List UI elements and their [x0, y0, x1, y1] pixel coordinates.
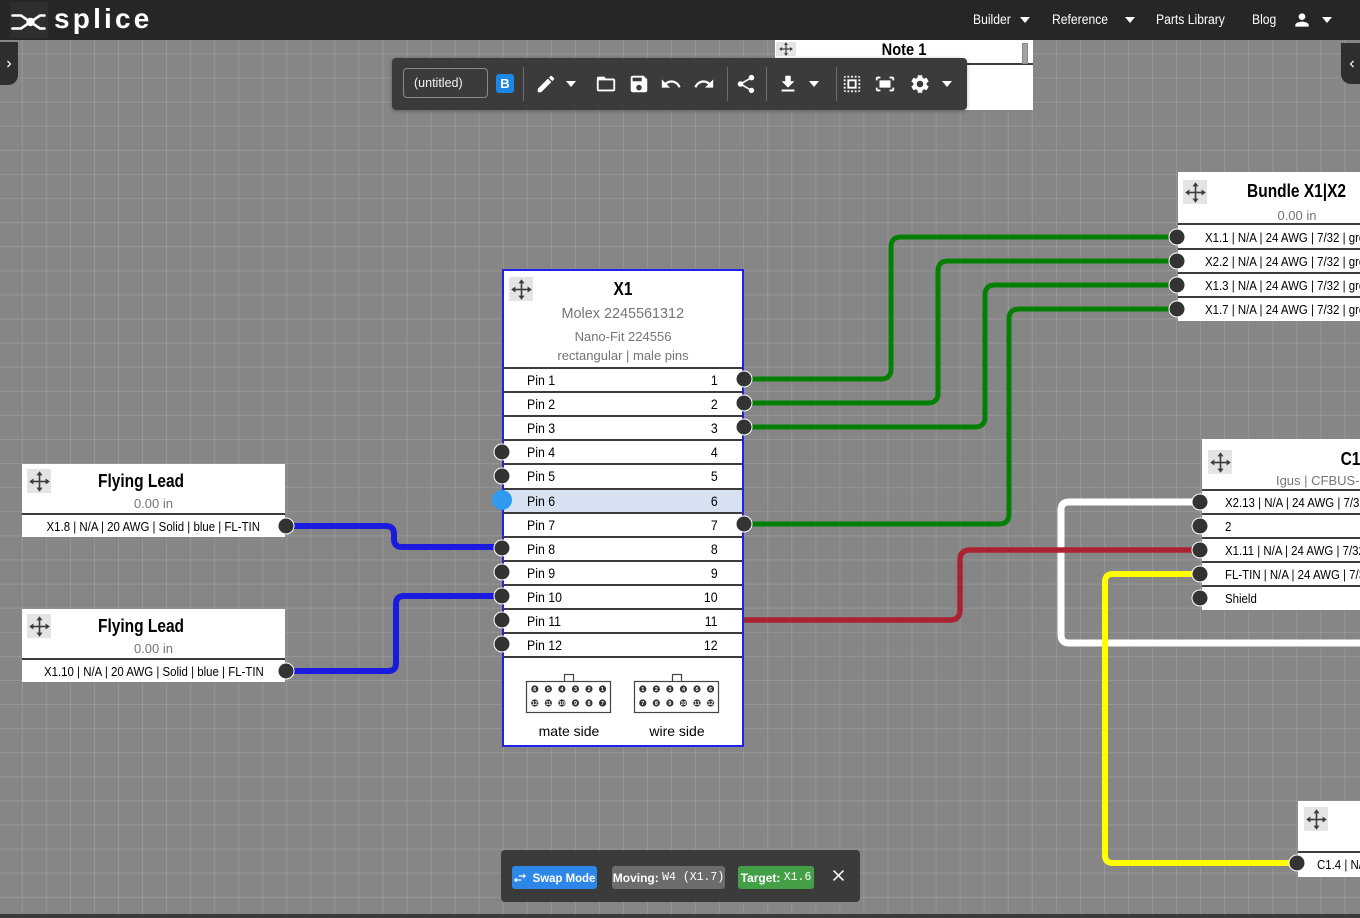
- svg-text:5: 5: [547, 687, 550, 693]
- svg-text:4: 4: [682, 687, 685, 693]
- svg-text:2: 2: [588, 687, 591, 693]
- svg-text:8: 8: [588, 701, 591, 707]
- svg-text:9: 9: [668, 701, 671, 707]
- svg-text:5: 5: [696, 687, 699, 693]
- svg-text:7: 7: [641, 701, 644, 707]
- svg-text:9: 9: [574, 701, 577, 707]
- svg-text:10: 10: [680, 701, 686, 707]
- svg-text:10: 10: [559, 701, 565, 707]
- svg-text:8: 8: [655, 701, 658, 707]
- svg-text:6: 6: [709, 687, 712, 693]
- svg-text:12: 12: [708, 701, 714, 707]
- svg-text:2: 2: [655, 687, 658, 693]
- svg-text:11: 11: [694, 701, 700, 707]
- svg-text:1: 1: [601, 687, 604, 693]
- svg-text:6: 6: [533, 687, 536, 693]
- svg-text:3: 3: [574, 687, 577, 693]
- svg-text:7: 7: [601, 701, 604, 707]
- svg-text:11: 11: [545, 701, 551, 707]
- svg-text:3: 3: [668, 687, 671, 693]
- svg-text:1: 1: [641, 687, 644, 693]
- svg-text:12: 12: [532, 701, 538, 707]
- svg-text:4: 4: [560, 687, 563, 693]
